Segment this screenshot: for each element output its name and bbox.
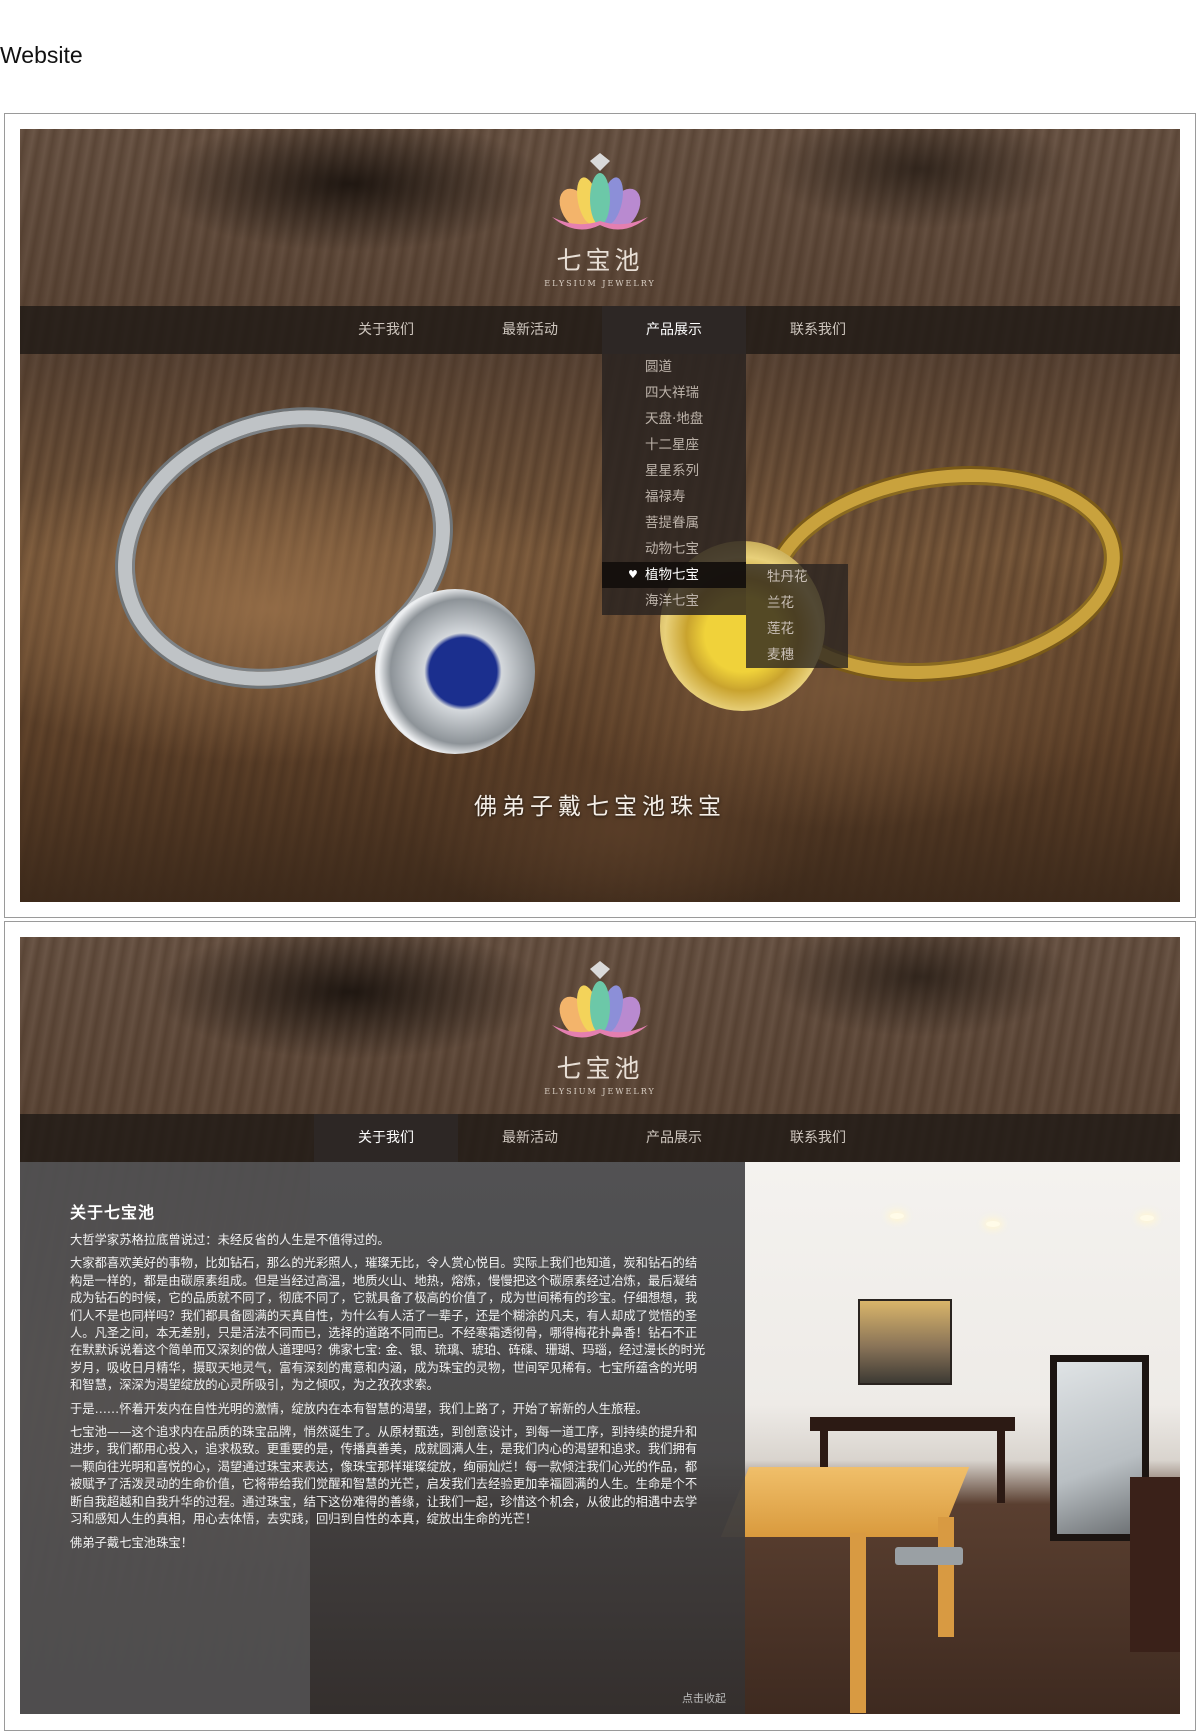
heart-icon: ♥ (628, 568, 638, 581)
wooden-table (720, 1467, 970, 1537)
about-title: 关于七宝池 (70, 1203, 156, 1222)
ceiling-light (1140, 1215, 1154, 1221)
nav-contact[interactable]: 联系我们 (746, 1114, 890, 1162)
about-paragraph: 大家都喜欢美好的事物，比如钻石，那么的光彩照人，璀璨无比，令人赏心悦目。实际上我… (70, 1256, 706, 1393)
wall-painting (858, 1299, 952, 1385)
dropdown-item[interactable]: 星星系列 (602, 458, 746, 484)
submenu-item[interactable]: 莲花 (746, 616, 848, 642)
submenu-item[interactable]: 兰花 (746, 590, 848, 616)
brand-logo[interactable]: 七宝池 ELYSIUM JEWELRY (530, 959, 670, 1096)
dropdown-item[interactable]: 四大祥瑞 (602, 380, 746, 406)
nav-products[interactable]: 产品展示 (602, 1114, 746, 1162)
dropdown-item[interactable]: 海洋七宝 (602, 588, 746, 614)
website-hero: 七宝池 ELYSIUM JEWELRY 关于我们 最新活动 产品展示 联系我们 … (20, 129, 1180, 902)
dropdown-item-label: 植物七宝 (645, 567, 699, 583)
products-dropdown: 圆道 四大祥瑞 天盘·地盘 十二星座 星星系列 福禄寿 菩提眷属 动物七宝 ♥ … (602, 354, 746, 615)
submenu-item[interactable]: 牡丹花 (746, 564, 848, 590)
about-paragraph: 大哲学家苏格拉底曾说过：未经反省的人生是不值得过的。 (70, 1233, 390, 1247)
plant-treasures-submenu: 牡丹花 兰花 莲花 麦穗 (746, 564, 848, 668)
brand-name: 七宝池 (556, 246, 644, 275)
table-leg (850, 1533, 866, 1713)
nav-about[interactable]: 关于我们 (314, 306, 458, 354)
nav-about[interactable]: 关于我们 (314, 1114, 458, 1162)
metal-stool (895, 1547, 963, 1565)
nav-events[interactable]: 最新活动 (458, 306, 602, 354)
wood-cabinet (1130, 1477, 1180, 1652)
brand-name: 七宝池 (556, 1054, 644, 1083)
collapse-link[interactable]: 点击收起 (682, 1690, 726, 1706)
submenu-item[interactable]: 麦穗 (746, 642, 848, 668)
hero-slogan: 佛弟子戴七宝池珠宝 (474, 794, 726, 820)
page-title: Website (0, 42, 83, 68)
brand-logo[interactable]: 七宝池 ELYSIUM JEWELRY (530, 151, 670, 288)
dropdown-item[interactable]: 十二星座 (602, 432, 746, 458)
dropdown-item[interactable]: 动物七宝 (602, 536, 746, 562)
about-paragraph: 七宝池——这个追求内在品质的珠宝品牌，悄然诞生了。从原材甄选，到创意设计，到每一… (70, 1425, 698, 1527)
main-nav: 关于我们 最新活动 产品展示 联系我们 (20, 306, 1180, 354)
ceiling-light (890, 1213, 904, 1219)
dropdown-item[interactable]: 圆道 (602, 354, 746, 380)
nav-products[interactable]: 产品展示 (602, 306, 746, 354)
about-paragraph: 佛弟子戴七宝池珠宝！ (70, 1535, 193, 1550)
dropdown-item-plant-treasures[interactable]: ♥ 植物七宝 (602, 562, 746, 588)
ceiling-light (986, 1221, 1000, 1227)
dropdown-item[interactable]: 菩提眷属 (602, 510, 746, 536)
nav-contact[interactable]: 联系我们 (746, 306, 890, 354)
main-nav: 关于我们 最新活动 产品展示 联系我们 (20, 1114, 1180, 1162)
sapphire-flower-setting (375, 589, 535, 754)
brand-subtitle: ELYSIUM JEWELRY (544, 279, 656, 288)
brand-subtitle: ELYSIUM JEWELRY (544, 1087, 656, 1096)
about-body: 大哲学家苏格拉底曾说过：未经反省的人生是不值得过的。 大家都喜欢美好的事物，比如… (70, 1232, 706, 1558)
lotus-logo-icon (552, 153, 648, 230)
dropdown-item[interactable]: 福禄寿 (602, 484, 746, 510)
dropdown-item[interactable]: 天盘·地盘 (602, 406, 746, 432)
about-paragraph: 于是……怀着开发内在自性光明的激情，绽放内在本有智慧的渴望，我们上路了，开始了崭… (70, 1401, 648, 1416)
lotus-logo-icon (552, 961, 648, 1038)
screenshot-frame-products: 七宝池 ELYSIUM JEWELRY 关于我们 最新活动 产品展示 联系我们 … (4, 113, 1196, 918)
about-panel: 关于七宝池 大哲学家苏格拉底曾说过：未经反省的人生是不值得过的。 大家都喜欢美好… (20, 1162, 745, 1714)
nav-events[interactable]: 最新活动 (458, 1114, 602, 1162)
website-about: 七宝池 ELYSIUM JEWELRY 关于我们 最新活动 产品展示 联系我们 … (20, 937, 1180, 1714)
table-leg (938, 1517, 954, 1637)
screenshot-frame-about: 七宝池 ELYSIUM JEWELRY 关于我们 最新活动 产品展示 联系我们 … (4, 921, 1196, 1731)
